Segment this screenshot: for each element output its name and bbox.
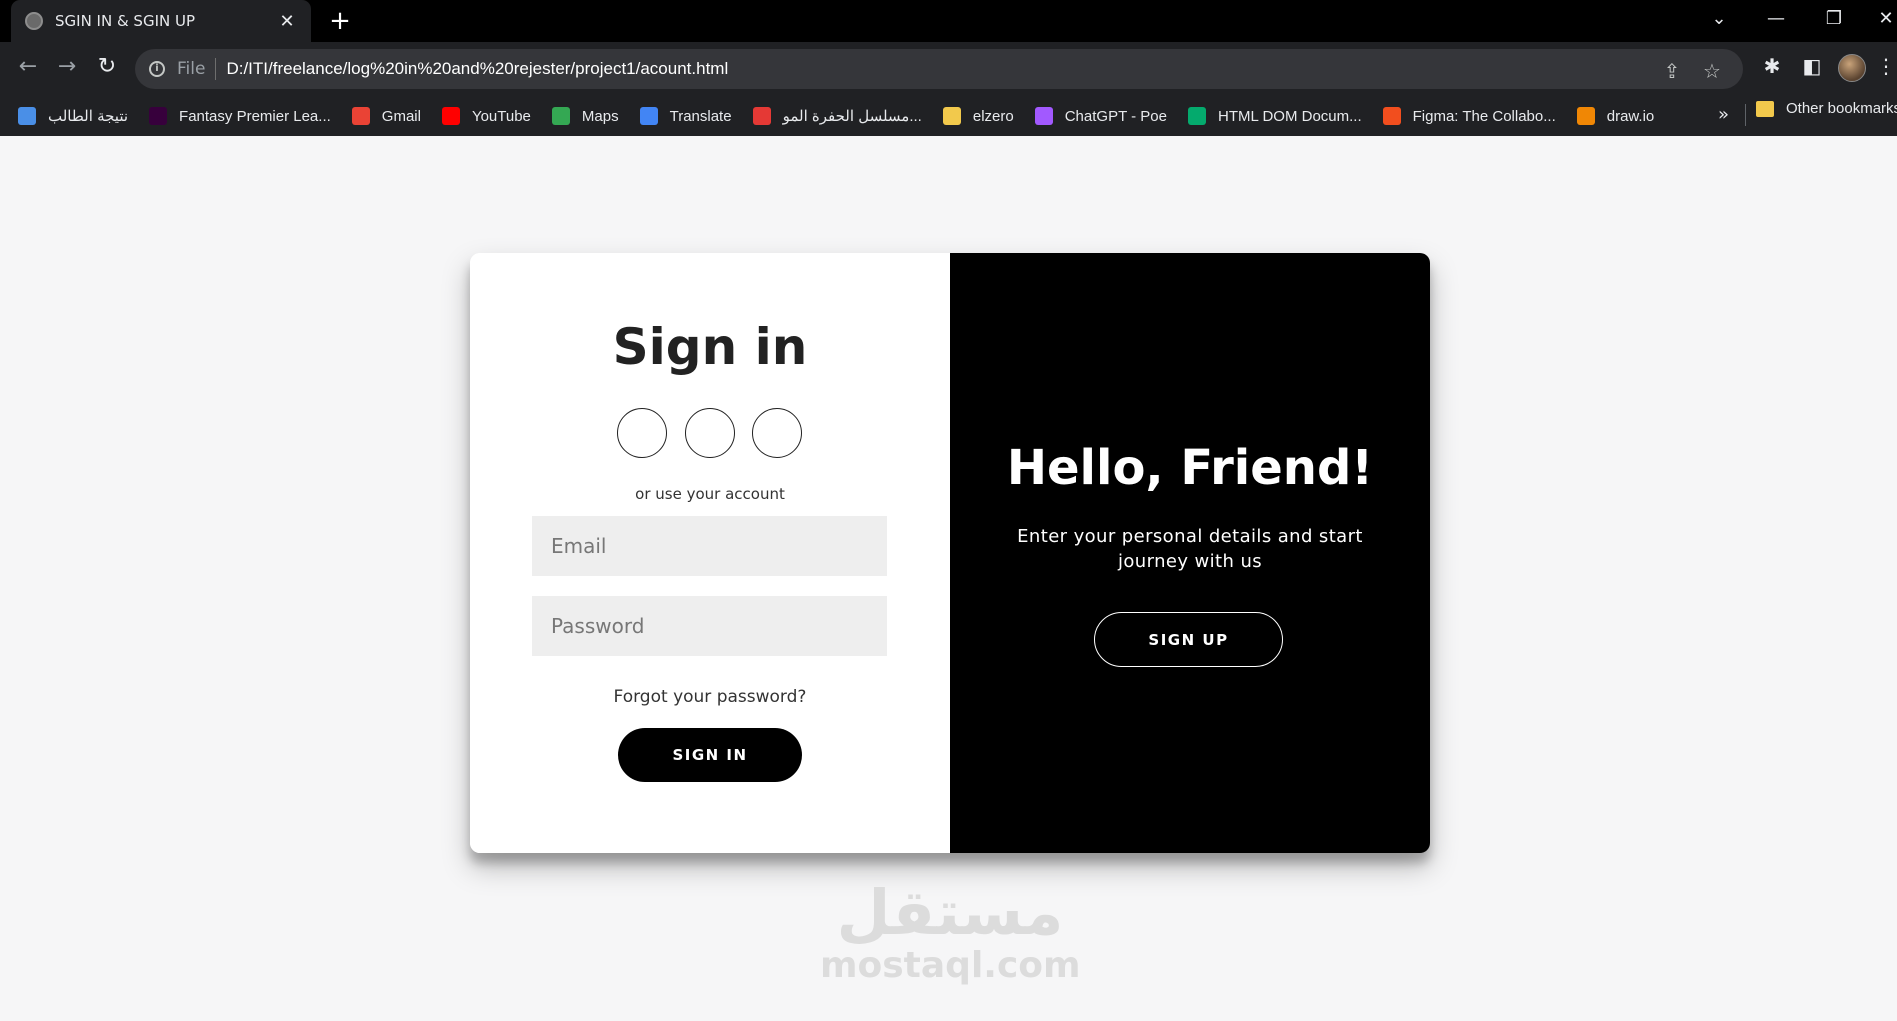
bookmark-label: نتيجة الطالب [48,108,129,125]
watermark: مستقل mostaql.com [820,876,1081,986]
bookmark-item[interactable]: مسلسل الحفرة المو... [752,107,922,125]
puzzle-icon[interactable]: ✱ [1758,54,1786,78]
figma-icon [1382,107,1401,125]
sign-in-panel: Sign in or use your account Forgot your … [470,253,950,853]
forgot-password-link[interactable]: Forgot your password? [470,687,950,707]
url-scheme: File [177,59,206,79]
minimize-icon[interactable]: — [1762,8,1790,29]
social-button-1[interactable] [617,408,667,458]
bookmarks-divider [1745,104,1746,126]
tab-close-icon[interactable]: ✕ [277,11,297,32]
bookmark-label: HTML DOM Docum... [1218,107,1362,125]
bookmark-label: Fantasy Premier Lea... [179,107,331,125]
bookmark-label: Translate [669,107,732,125]
overlay-panel: Hello, Friend! Enter your personal detai… [950,253,1430,853]
bookmark-item[interactable]: Figma: The Collabo... [1382,107,1556,125]
folder-icon [1756,100,1774,117]
bookmark-label: Figma: The Collabo... [1412,107,1556,125]
sign-up-button[interactable]: SIGN UP [1094,612,1283,667]
bookmark-item[interactable]: elzero [942,107,1014,125]
bookmark-item[interactable]: Translate [639,107,732,125]
globe-icon [25,12,43,30]
drawio-icon [1576,107,1595,125]
bookmark-label: ChatGPT - Poe [1064,107,1167,125]
restore-icon[interactable]: ❐ [1820,8,1848,29]
w3-icon [1188,107,1206,125]
translate-icon [639,107,658,125]
forward-arrow-icon[interactable]: → [52,54,82,79]
bookmark-label: elzero [972,107,1014,125]
tab-strip: SGIN IN & SGIN UP ✕ + ⌄ — ❐ ✕ [0,0,1897,42]
url-divider [215,58,217,80]
bookmark-item[interactable]: Maps [551,107,619,125]
tab-title: SGIN IN & SGIN UP [55,12,196,30]
reload-icon[interactable]: ↻ [92,54,122,79]
tv-icon [752,107,771,125]
lion-icon [149,107,168,125]
sign-in-title: Sign in [612,318,808,376]
gmail-icon [351,107,370,125]
social-button-2[interactable] [685,408,735,458]
overlay-subtitle: Enter your personal details and start jo… [1017,526,1363,572]
youtube-icon [441,107,460,125]
watermark-latin: mostaql.com [820,945,1081,986]
pin-icon [18,107,36,125]
email-field[interactable] [532,516,887,576]
watermark-arabic: مستقل [836,876,1064,949]
bookmark-label: YouTube [471,107,531,125]
share-icon[interactable]: ⇪ [1659,59,1685,83]
password-field[interactable] [532,596,887,656]
or-use-account-text: or use your account [635,485,785,503]
browser-toolbar: ← → ↻ i File D:/ITI/freelance/log%20in%2… [0,42,1897,96]
bookmark-item[interactable]: draw.io [1576,107,1655,125]
bookmark-item[interactable]: YouTube [441,107,531,125]
bookmarks-bar: نتيجة الطالب Fantasy Premier Lea... Gmail Y… [0,96,1897,136]
bookmark-item[interactable]: Fantasy Premier Lea... [149,107,331,125]
social-button-3[interactable] [752,408,802,458]
side-panel-icon[interactable]: ◧ [1798,54,1826,78]
bookmark-label: Maps [581,107,619,125]
bookmark-item[interactable]: نتيجة الطالب [18,107,128,125]
browser-tab[interactable]: SGIN IN & SGIN UP ✕ [11,0,311,42]
auth-card: Sign in or use your account Forgot your … [470,253,1430,853]
new-tab-button[interactable]: + [325,6,355,36]
overlay-title: Hello, Friend! [1006,440,1374,496]
folder-icon [942,107,961,125]
sign-in-button[interactable]: SIGN IN [618,728,802,782]
other-bookmarks-label: Other bookmarks [1786,100,1897,117]
kebab-menu-icon[interactable]: ⋮ [1876,54,1896,78]
poe-icon [1034,107,1053,125]
info-icon[interactable]: i [149,61,165,77]
back-arrow-icon[interactable]: ← [13,54,43,79]
bookmark-label: مسلسل الحفرة المو... [782,108,922,125]
other-bookmarks[interactable]: Other bookmarks [1756,100,1897,117]
bookmark-label: draw.io [1606,107,1655,125]
tab-search-chevron-icon[interactable]: ⌄ [1705,8,1733,29]
window-close-icon[interactable]: ✕ [1872,8,1897,29]
bookmark-item[interactable]: HTML DOM Docum... [1188,107,1362,125]
maps-icon [551,107,570,125]
bookmarks-overflow-icon[interactable]: » [1718,104,1729,125]
bookmark-label: Gmail [381,107,421,125]
profile-avatar[interactable] [1838,54,1866,82]
bookmark-star-icon[interactable]: ☆ [1699,59,1725,83]
url-text[interactable]: D:/ITI/freelance/log%20in%20and%20rejest… [226,59,728,79]
bookmark-item[interactable]: Gmail [351,107,421,125]
bookmark-item[interactable]: ChatGPT - Poe [1034,107,1167,125]
address-bar[interactable]: i File D:/ITI/freelance/log%20in%20and%2… [135,49,1743,89]
